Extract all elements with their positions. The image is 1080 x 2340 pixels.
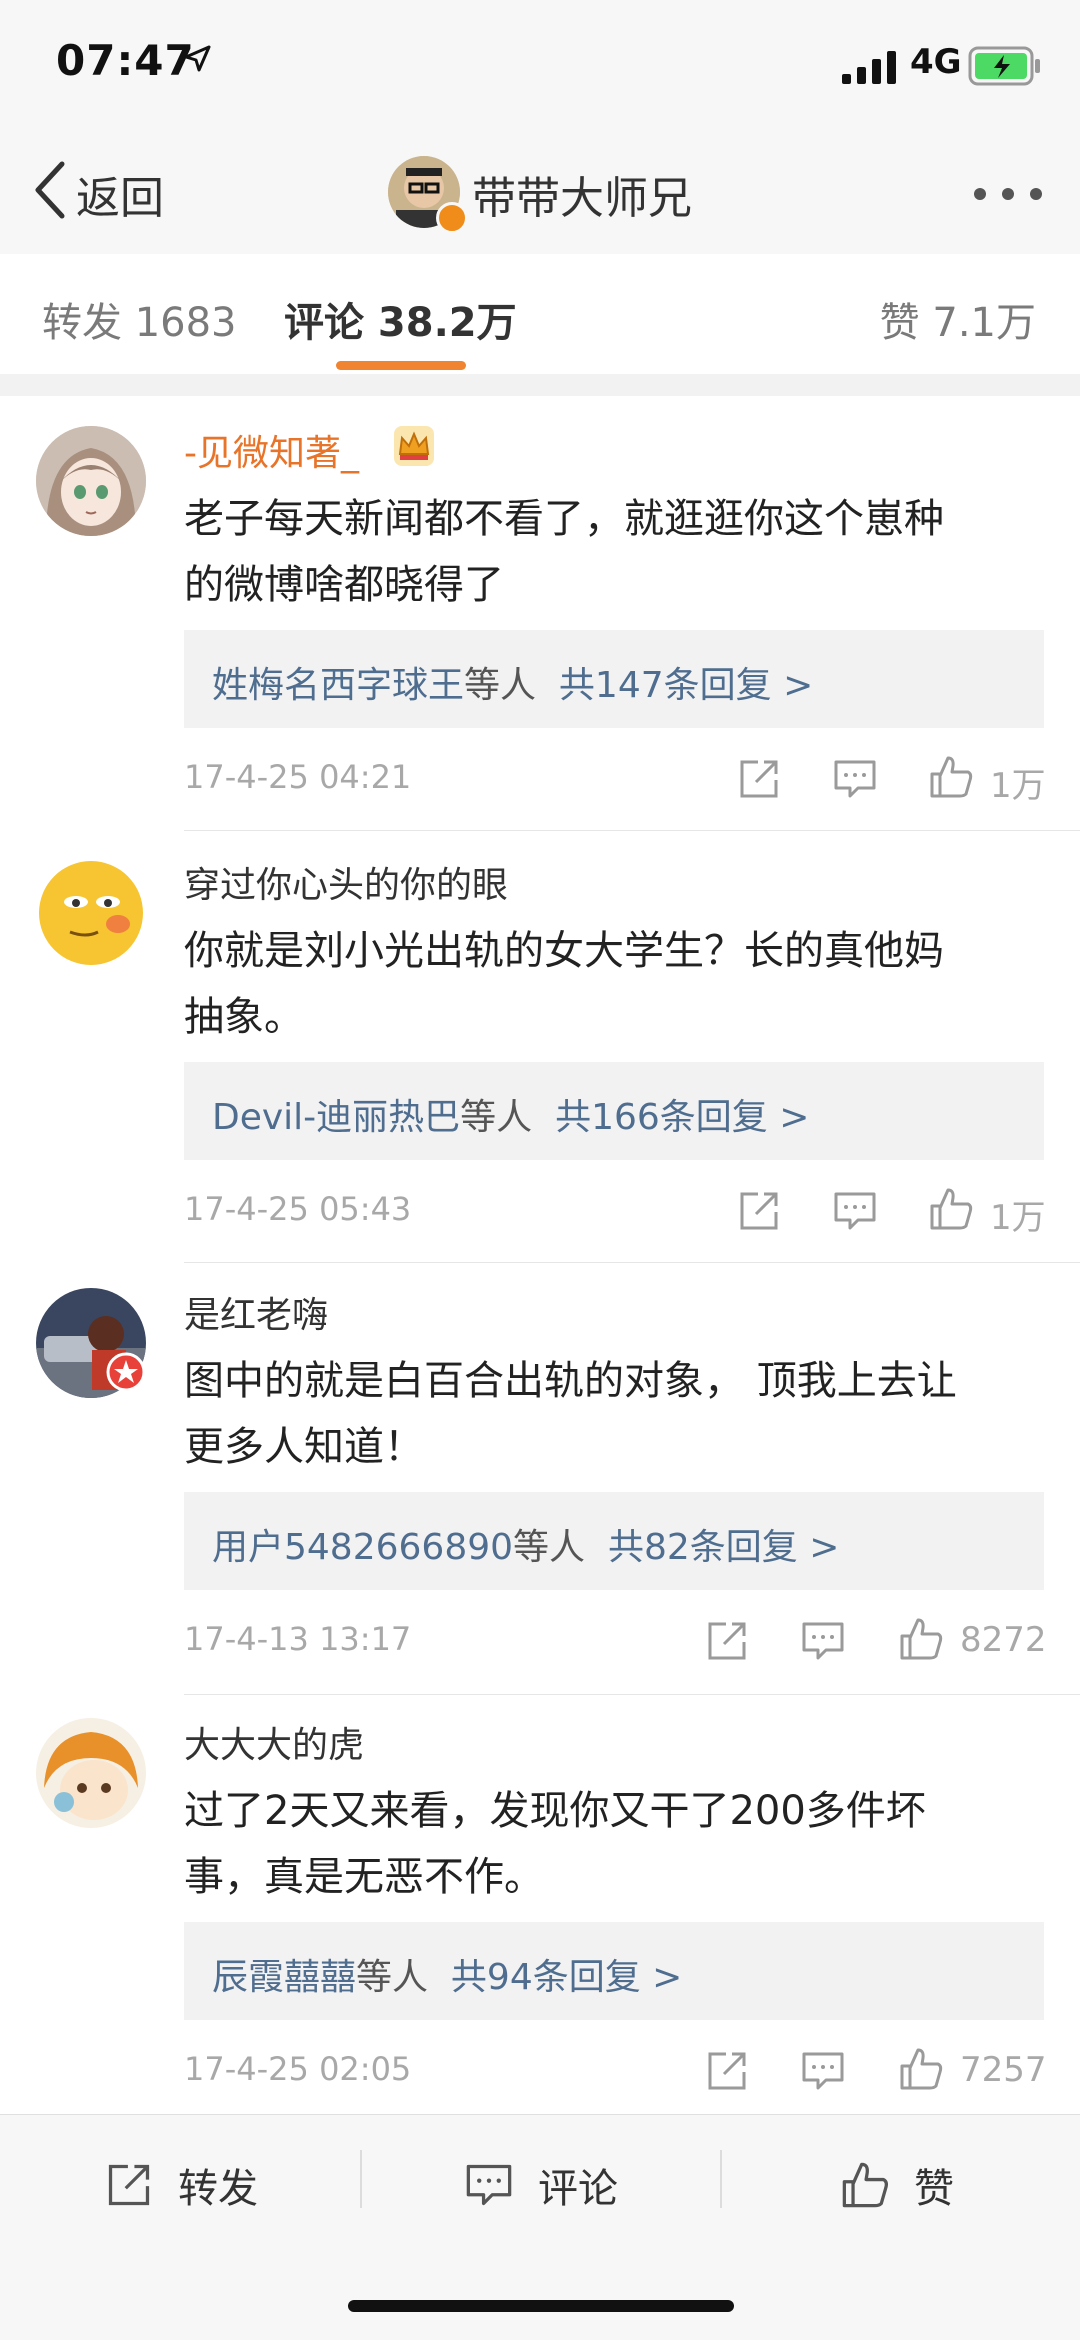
- battery-icon: [968, 46, 1040, 86]
- comment-text-line: 更多人知道！: [184, 1424, 424, 1470]
- active-tab-indicator: [336, 361, 466, 370]
- repost-button[interactable]: 转发: [104, 2150, 258, 2220]
- tab-repost[interactable]: 转发 1683: [42, 290, 237, 348]
- like-count: 7257: [960, 2050, 1047, 2090]
- share-icon[interactable]: [704, 1618, 750, 1664]
- comment-icon[interactable]: [800, 1618, 846, 1664]
- comment-time: 17-4-25 05:43: [184, 1190, 412, 1228]
- divider: [184, 830, 1080, 831]
- comment-icon[interactable]: [832, 756, 878, 802]
- reply-count-link[interactable]: 共82条回复 >: [608, 1527, 839, 1568]
- comment-item: -见微知著_ 老子每天新闻都不看了，就逛逛你这个崽种 的微博啥都晓得了 姓梅名西…: [0, 396, 1080, 832]
- crown-badge-icon: [394, 426, 434, 466]
- replies-box[interactable]: Devil-迪丽热巴等人 共166条回复 >: [184, 1062, 1044, 1160]
- comment-text: 老子每天新闻都不看了，就逛逛你这个崽种 的微博啥都晓得了: [184, 486, 1044, 618]
- share-icon[interactable]: [704, 2048, 750, 2094]
- share-icon: [108, 2164, 150, 2206]
- like-icon[interactable]: [898, 1616, 944, 1662]
- comment-username[interactable]: 穿过你心头的你的眼: [184, 856, 508, 908]
- more-options-icon[interactable]: [972, 186, 1044, 202]
- comment-icon: [466, 2164, 512, 2206]
- signal-icon: [842, 51, 896, 84]
- comment-username[interactable]: -见微知著_: [184, 424, 359, 476]
- divider: [720, 2150, 722, 2208]
- reply-count-link[interactable]: 共147条回复 >: [559, 665, 813, 706]
- comment-button[interactable]: 评论: [464, 2150, 618, 2220]
- like-icon: [842, 2162, 888, 2208]
- reply-others: 等人: [460, 1097, 533, 1138]
- reply-users[interactable]: 辰霞囍囍: [212, 1957, 356, 1998]
- reply-others: 等人: [464, 665, 537, 706]
- home-indicator: [348, 2300, 734, 2312]
- status-time: 07:47: [56, 36, 195, 85]
- comment-time: 17-4-13 13:17: [184, 1620, 412, 1658]
- replies-summary: 用户5482666890等人 共82条回复 >: [212, 1518, 839, 1570]
- reply-count-link[interactable]: 共166条回复 >: [555, 1097, 809, 1138]
- reply-others: 等人: [513, 1527, 586, 1568]
- comment-icon[interactable]: [832, 1188, 878, 1234]
- replies-box[interactable]: 姓梅名西字球王等人 共147条回复 >: [184, 630, 1044, 728]
- share-icon[interactable]: [736, 1188, 782, 1234]
- share-icon[interactable]: [736, 756, 782, 802]
- like-label: 赞: [914, 2166, 954, 2212]
- comment-text-line: 你就是刘小光出轨的女大学生？长的真他妈: [184, 928, 944, 974]
- comment-item: 穿过你心头的你的眼 你就是刘小光出轨的女大学生？长的真他妈 抽象。 Devil-…: [0, 832, 1080, 1264]
- replies-summary: 姓梅名西字球王等人 共147条回复 >: [212, 656, 813, 708]
- like-count: 1万: [990, 1198, 1046, 1238]
- avatar[interactable]: [36, 858, 146, 968]
- comment-time: 17-4-25 02:05: [184, 2050, 412, 2088]
- reply-users[interactable]: Devil-迪丽热巴: [212, 1097, 460, 1138]
- location-arrow-icon: [184, 45, 211, 72]
- comment-username[interactable]: 大大大的虎: [184, 1716, 364, 1768]
- avatar[interactable]: [36, 426, 146, 536]
- comment-username[interactable]: 是红老嗨: [184, 1286, 328, 1338]
- replies-box[interactable]: 用户5482666890等人 共82条回复 >: [184, 1492, 1044, 1590]
- divider: [360, 2150, 362, 2208]
- replies-summary: 辰霞囍囍等人 共94条回复 >: [212, 1948, 682, 2000]
- network-type: 4G: [910, 42, 962, 82]
- comment-text-line: 图中的就是白百合出轨的对象， 顶我上去让: [184, 1358, 957, 1404]
- comment-text-line: 事，真是无恶不作。: [184, 1854, 544, 1900]
- comment-text: 你就是刘小光出轨的女大学生？长的真他妈 抽象。: [184, 918, 1044, 1050]
- replies-box[interactable]: 辰霞囍囍等人 共94条回复 >: [184, 1922, 1044, 2020]
- page-title: 带带大师兄: [472, 173, 692, 224]
- back-chevron-icon[interactable]: [30, 158, 70, 222]
- divider: [184, 1262, 1080, 1263]
- like-icon[interactable]: [898, 2046, 944, 2092]
- comment-text: 图中的就是白百合出轨的对象， 顶我上去让 更多人知道！: [184, 1348, 1044, 1480]
- like-count: 1万: [990, 766, 1046, 806]
- comment-text-line: 的微博啥都晓得了: [184, 562, 504, 608]
- comment-text-line: 过了2天又来看，发现你又干了200多件坏: [184, 1788, 926, 1834]
- vip-star-badge-icon: [106, 1352, 146, 1392]
- avatar[interactable]: [36, 1718, 146, 1828]
- tab-comment[interactable]: 评论 38.2万: [284, 290, 517, 348]
- divider: [0, 374, 1080, 396]
- reply-count-link[interactable]: 共94条回复 >: [451, 1957, 682, 1998]
- comment-item: 大大大的虎 过了2天又来看，发现你又干了200多件坏 事，真是无恶不作。 辰霞囍…: [0, 1696, 1080, 2114]
- reply-users[interactable]: 用户5482666890: [212, 1527, 513, 1568]
- like-icon[interactable]: [928, 1186, 974, 1232]
- repost-label: 转发: [178, 2166, 258, 2212]
- reply-users[interactable]: 姓梅名西字球王: [212, 665, 464, 706]
- comment-label: 评论: [538, 2166, 618, 2212]
- like-button[interactable]: 赞: [840, 2150, 954, 2220]
- comment-icon[interactable]: [800, 2048, 846, 2094]
- tab-like[interactable]: 赞 7.1万: [880, 290, 1036, 348]
- replies-summary: Devil-迪丽热巴等人 共166条回复 >: [212, 1088, 809, 1140]
- comment-text-line: 抽象。: [184, 994, 304, 1040]
- comment-text: 过了2天又来看，发现你又干了200多件坏 事，真是无恶不作。: [184, 1778, 1044, 1910]
- back-button[interactable]: 返回: [76, 162, 164, 226]
- verified-badge-icon: [436, 202, 468, 234]
- comment-time: 17-4-25 04:21: [184, 758, 412, 796]
- divider: [184, 1694, 1080, 1695]
- comment-item: 是红老嗨 图中的就是白百合出轨的对象， 顶我上去让 更多人知道！ 用户54826…: [0, 1264, 1080, 1696]
- like-icon[interactable]: [928, 754, 974, 800]
- like-count: 8272: [960, 1620, 1047, 1660]
- reply-others: 等人: [356, 1957, 429, 1998]
- comment-text-line: 老子每天新闻都不看了，就逛逛你这个崽种: [184, 496, 944, 542]
